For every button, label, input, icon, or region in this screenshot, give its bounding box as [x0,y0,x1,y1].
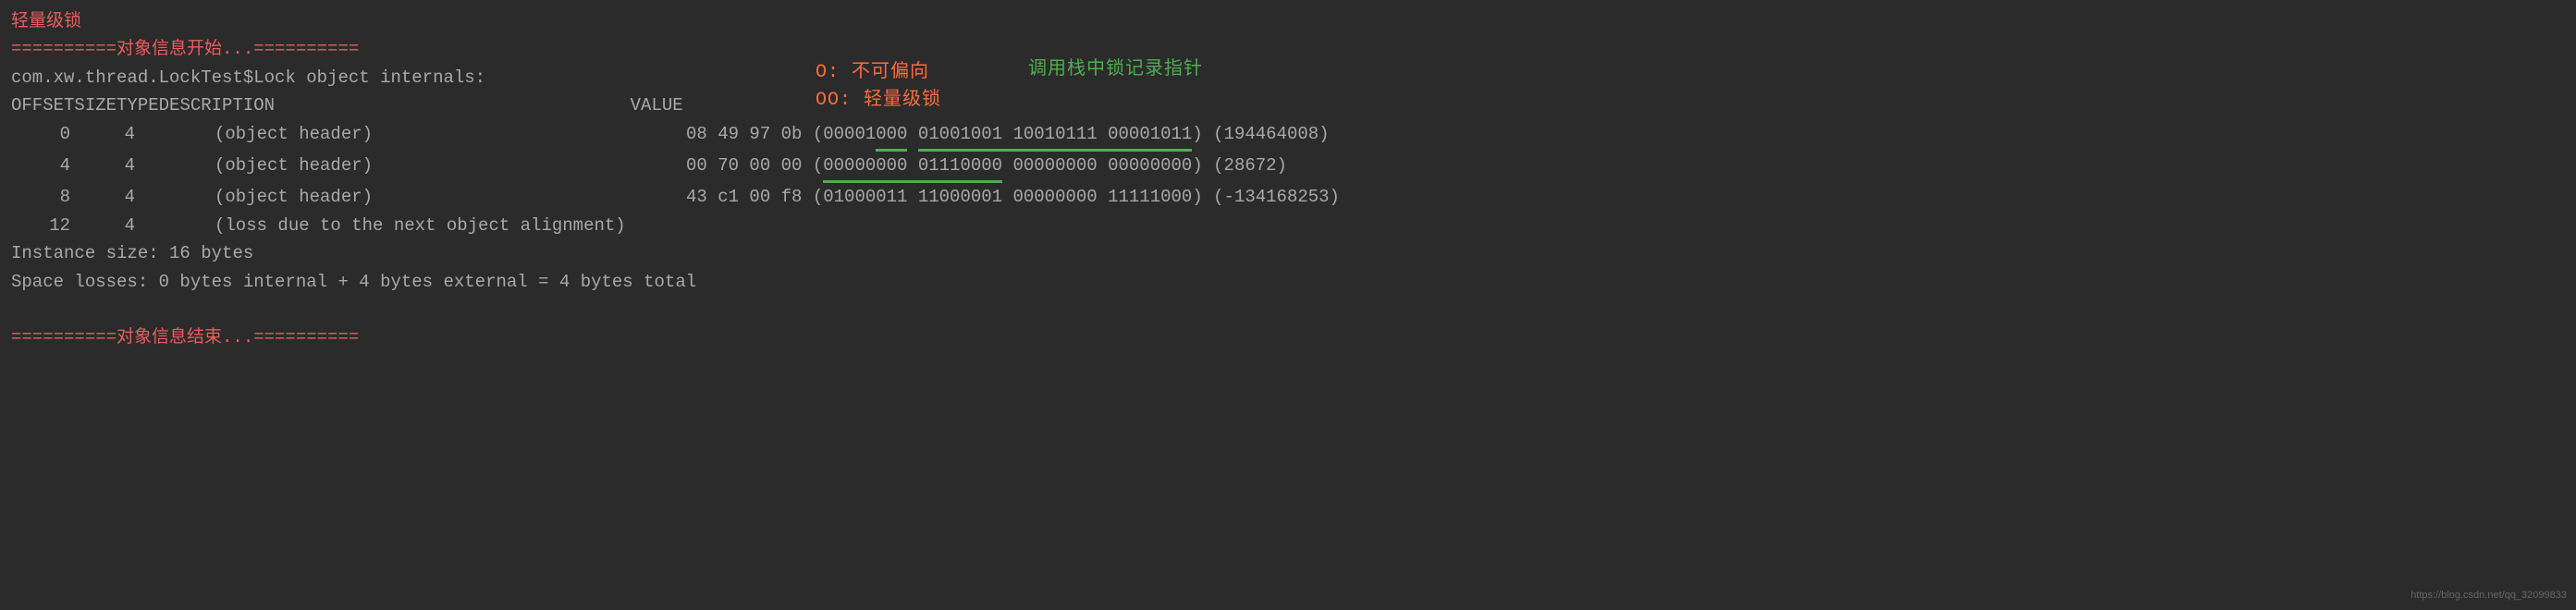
cell-offset: 4 [11,152,85,183]
cell-desc: (loss due to the next object alignment) [215,212,686,239]
cell-offset: 8 [11,183,85,211]
title-line: 轻量级锁 [11,7,2565,35]
cell-size: 4 [85,120,150,152]
cell-size: 4 [85,183,150,211]
divider-start: ==========对象信息开始...========== [11,35,2565,63]
cell-dec: (-134168253) [1213,183,1340,211]
hdr-offset: OFFSET [11,92,74,119]
bin-pre: 01000011 11000001 00000000 11111000 [823,183,1192,211]
watermark: https://blog.csdn.net/qq_32099833 [2410,588,2567,604]
cell-size: 4 [85,212,150,239]
divider-end: ==========对象信息结束...========== [11,323,2565,351]
hdr-type: TYPE [117,92,159,119]
space-losses: Space losses: 0 bytes internal + 4 bytes… [11,268,2565,296]
table-row: 12 4 (loss due to the next object alignm… [11,212,2565,239]
cell-desc: (object header) [215,120,686,152]
cell-size: 4 [85,152,150,183]
bin-underline: 000 [876,120,907,152]
cell-hex: 00 70 00 00 [686,152,802,183]
bin-pre: 00001 [823,120,876,152]
cell-offset: 12 [11,212,85,239]
bin-post: 00000000 00000000 [1012,152,1192,183]
bin-underline2: 01001001 10010111 00001011 [918,120,1192,152]
annotation-orange: O: 不可偏向 OO: 轻量级锁 [816,59,941,115]
annot-line2: OO: 轻量级锁 [816,87,941,115]
console-output: 轻量级锁 ==========对象信息开始...========== com.x… [11,7,2565,352]
table-row: 8 4 (object header) 43 c1 00 f8 (0100001… [11,183,2565,211]
bin-underline: 00000000 01110000 [823,152,1002,183]
cell-dec: (194464008) [1213,120,1329,152]
class-line: com.xw.thread.LockTest$Lock object inter… [11,64,2565,92]
cell-type [150,183,215,211]
table-row: 4 4 (object header) 00 70 00 00 (0000000… [11,152,2565,183]
cell-desc: (object header) [215,152,686,183]
cell-type [150,212,215,239]
hdr-size: SIZE [74,92,117,119]
table-row: 0 4 (object header) 08 49 97 0b (0000100… [11,120,2565,152]
header-row: OFFSET SIZE TYPE DESCRIPTION VALUE [11,92,2565,119]
cell-hex: 08 49 97 0b [686,120,802,152]
hdr-desc: DESCRIPTION [159,92,631,119]
annotation-green: 调用栈中锁记录指针 [1028,55,1203,85]
annot-line1: O: 不可偏向 [816,59,941,87]
cell-desc: (object header) [215,183,686,211]
instance-size: Instance size: 16 bytes [11,239,2565,267]
cell-dec: (28672) [1213,152,1287,183]
cell-hex: 43 c1 00 f8 [686,183,802,211]
cell-type [150,120,215,152]
cell-offset: 0 [11,120,85,152]
cell-type [150,152,215,183]
hdr-value: VALUE [631,92,683,119]
